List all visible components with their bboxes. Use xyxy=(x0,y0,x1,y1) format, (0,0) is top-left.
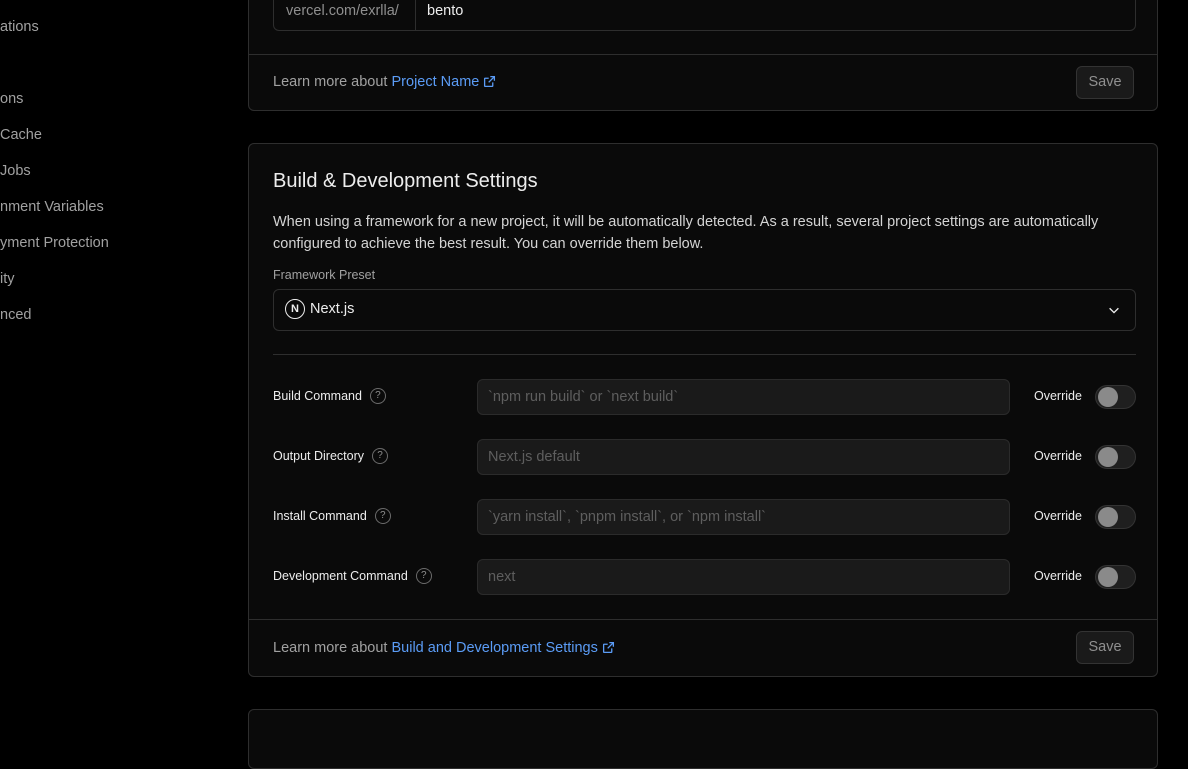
external-link-icon xyxy=(602,641,614,654)
save-button[interactable]: Save xyxy=(1076,631,1134,664)
framework-preset-value: Next.js xyxy=(310,301,355,317)
output-directory-row: Output Directory? Override xyxy=(249,439,1159,475)
help-icon[interactable]: ? xyxy=(369,388,386,404)
save-button[interactable]: Save xyxy=(1076,66,1134,99)
sidebar-item-security[interactable]: ity xyxy=(0,267,15,291)
build-command-label: Build Command? xyxy=(273,388,386,404)
project-name-input[interactable]: bento xyxy=(416,0,1135,30)
sidebar-item-cron-jobs[interactable]: Jobs xyxy=(0,159,31,183)
development-command-label: Development Command? xyxy=(273,568,432,584)
card-footer-divider xyxy=(249,619,1157,620)
learn-more-text: Learn more about Project Name xyxy=(273,74,496,90)
sidebar-item-data-cache[interactable]: Cache xyxy=(0,123,42,147)
settings-divider xyxy=(273,354,1136,355)
next-settings-card xyxy=(248,709,1158,769)
project-name-field[interactable]: vercel.com/exrlla/ bento xyxy=(273,0,1136,31)
learn-more-prefix: Learn more about xyxy=(273,640,392,656)
build-command-row: Build Command? Override xyxy=(249,379,1159,415)
learn-more-text: Learn more about Build and Development S… xyxy=(273,640,615,656)
install-command-label: Install Command? xyxy=(273,508,391,524)
build-command-input[interactable] xyxy=(477,379,1010,415)
sidebar-item-deployment-protection[interactable]: yment Protection xyxy=(0,231,109,255)
external-link-icon xyxy=(484,75,496,88)
output-directory-override-toggle[interactable] xyxy=(1095,445,1136,469)
help-icon[interactable]: ? xyxy=(372,448,389,464)
project-name-link[interactable]: Project Name xyxy=(392,74,497,90)
project-name-card: vercel.com/exrlla/ bento Learn more abou… xyxy=(248,0,1158,111)
nextjs-logo-icon: N xyxy=(285,299,305,319)
toggle-knob xyxy=(1098,387,1118,407)
override-label: Override xyxy=(1034,449,1082,463)
help-icon[interactable]: ? xyxy=(415,568,432,584)
build-command-override-toggle[interactable] xyxy=(1095,385,1136,409)
section-title: Build & Development Settings xyxy=(273,170,538,192)
url-prefix: vercel.com/exrlla/ xyxy=(274,0,416,30)
output-directory-label: Output Directory? xyxy=(273,448,389,464)
sidebar-item-integrations[interactable]: ations xyxy=(0,15,39,39)
development-command-input[interactable] xyxy=(477,559,1010,595)
help-icon[interactable]: ? xyxy=(374,508,391,524)
override-label: Override xyxy=(1034,509,1082,523)
install-command-input[interactable] xyxy=(477,499,1010,535)
sidebar-item-functions[interactable]: ons xyxy=(0,87,23,111)
development-command-row: Development Command? Override xyxy=(249,559,1159,595)
toggle-knob xyxy=(1098,447,1118,467)
build-settings-card: Build & Development Settings When using … xyxy=(248,143,1158,677)
section-description: When using a framework for a new project… xyxy=(273,214,1099,252)
framework-preset-label: Framework Preset xyxy=(273,268,376,282)
sidebar: ations ons Cache Jobs nment Variables ym… xyxy=(0,0,240,738)
framework-preset-select[interactable]: N Next.js xyxy=(273,289,1136,331)
install-command-override-toggle[interactable] xyxy=(1095,505,1136,529)
override-label: Override xyxy=(1034,569,1082,583)
learn-more-prefix: Learn more about xyxy=(273,74,392,90)
output-directory-input[interactable] xyxy=(477,439,1010,475)
sidebar-item-advanced[interactable]: nced xyxy=(0,303,31,327)
development-command-override-toggle[interactable] xyxy=(1095,565,1136,589)
sidebar-item-environment-variables[interactable]: nment Variables xyxy=(0,195,104,219)
card-footer-divider xyxy=(249,54,1157,55)
install-command-row: Install Command? Override xyxy=(249,499,1159,535)
toggle-knob xyxy=(1098,507,1118,527)
override-label: Override xyxy=(1034,389,1082,403)
build-settings-link[interactable]: Build and Development Settings xyxy=(392,640,615,656)
toggle-knob xyxy=(1098,567,1118,587)
chevron-down-icon xyxy=(1109,307,1119,314)
